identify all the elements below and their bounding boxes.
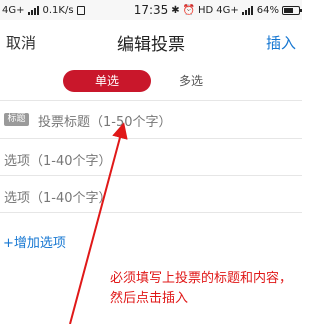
annotation-note: 必须填写上投票的标题和内容，然后点击插入 — [110, 271, 293, 306]
screen: 4G+ 0.1K/s 17:35 ✱ ⏰ HD 4G+ 64% 取消 编辑投票 … — [0, 0, 302, 324]
